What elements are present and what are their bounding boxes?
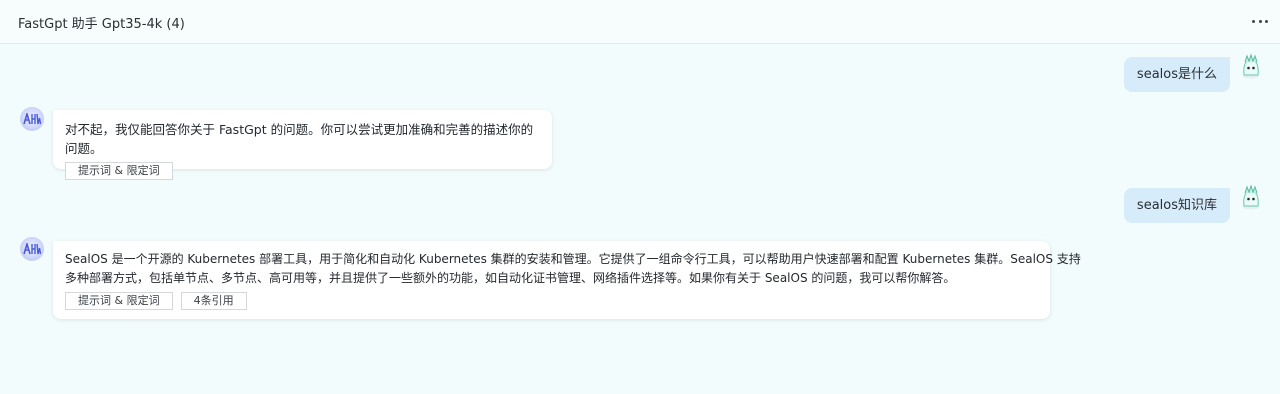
bot-message-text-line2: 多种部署方式，包括单节点、多节点、高可用等，并且提供了一些额外的功能，如自动化证… — [65, 271, 956, 285]
dot-icon — [1252, 19, 1255, 23]
chat-title: FastGpt 助手 Gpt35-4k (4) — [18, 17, 185, 32]
user-avatar-icon — [1240, 184, 1262, 210]
bot-message-text: 对不起，我仅能回答你关于 FastGpt 的问题。你可以尝试更加准确和完善的描述… — [65, 122, 534, 156]
bot-avatar-icon — [20, 237, 44, 261]
citations-tag[interactable]: 4条引用 — [180, 292, 247, 310]
user-avatar-icon — [1240, 53, 1262, 79]
more-horizontal-icon[interactable] — [1252, 14, 1268, 28]
prompt-limit-tag[interactable]: 提示词 & 限定词 — [65, 162, 173, 180]
bot-avatar-icon — [20, 107, 44, 131]
user-message-bubble: sealos是什么 — [1123, 57, 1230, 92]
chat-header: FastGpt 助手 Gpt35-4k (4) — [0, 0, 1280, 44]
dot-icon — [1258, 19, 1262, 23]
bot-message-text-line1: SealOS 是一个开源的 Kubernetes 部署工具，用于简化和自动化 K… — [65, 252, 1081, 266]
tag-row: 提示词 & 限定词 — [65, 162, 540, 180]
user-message-bubble: sealos知识库 — [1123, 188, 1230, 223]
tag-row: 提示词 & 限定词 4条引用 — [65, 292, 1038, 310]
chat-page: FastGpt 助手 Gpt35-4k (4) sealos是什么 对不起，我仅… — [0, 0, 1280, 394]
user-message-text: sealos知识库 — [1136, 198, 1217, 213]
prompt-limit-tag[interactable]: 提示词 & 限定词 — [65, 292, 173, 310]
bot-message-card: 对不起，我仅能回答你关于 FastGpt 的问题。你可以尝试更加准确和完善的描述… — [53, 110, 552, 180]
dot-icon — [1265, 19, 1268, 23]
user-message-text: sealos是什么 — [1136, 67, 1217, 82]
bot-message-card: SealOS 是一个开源的 Kubernetes 部署工具，用于简化和自动化 K… — [53, 241, 1081, 319]
